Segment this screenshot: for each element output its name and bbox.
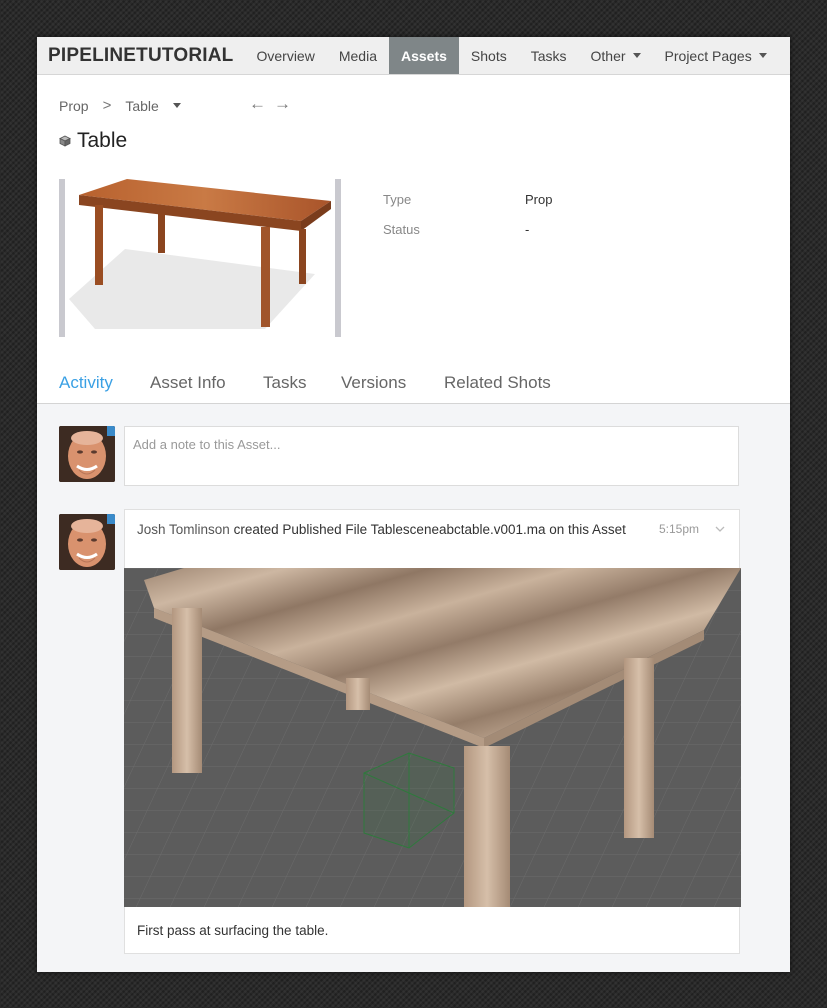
entity-nav-arrows: ←→ — [249, 94, 299, 114]
caret-down-icon — [758, 53, 767, 58]
avatar[interactable] — [59, 426, 115, 482]
status-label: Status — [383, 222, 420, 237]
tab-versions[interactable]: Versions — [341, 373, 406, 393]
tab-activity[interactable]: Activity — [59, 373, 113, 393]
breadcrumb-separator: > — [102, 97, 112, 114]
activity-caption: First pass at surfacing the table. — [137, 923, 329, 938]
nav-overview[interactable]: Overview — [244, 37, 326, 74]
tab-related-shots[interactable]: Related Shots — [444, 373, 551, 393]
caret-down-icon — [632, 53, 641, 58]
nav-other-label: Other — [590, 47, 626, 64]
avatar[interactable] — [59, 514, 115, 570]
type-value[interactable]: Prop — [525, 192, 552, 207]
table-render-image — [124, 568, 741, 907]
breadcrumb-current[interactable]: Table — [125, 98, 158, 114]
note-input[interactable]: Add a note to this Asset... — [124, 426, 739, 486]
activity-card: Josh Tomlinson created Published File Ta… — [124, 509, 741, 954]
nav-project-pages-dropdown[interactable]: Project Pages — [653, 37, 779, 74]
nav-project-pages-label: Project Pages — [664, 47, 752, 64]
asset-tabs: Activity Asset Info Tasks Versions Relat… — [37, 363, 790, 404]
type-label: Type — [383, 192, 412, 207]
nav-shots[interactable]: Shots — [459, 37, 519, 74]
breadcrumb: Prop > Table — [59, 97, 181, 114]
breadcrumb-parent[interactable]: Prop — [59, 98, 89, 114]
previous-arrow-icon[interactable]: ← — [249, 94, 274, 113]
tab-asset-info[interactable]: Asset Info — [150, 373, 226, 393]
page-title: Table — [77, 129, 128, 152]
project-brand[interactable]: PIPELINETUTORIAL — [37, 37, 244, 74]
nav-assets[interactable]: Assets — [388, 37, 459, 74]
asset-thumbnail[interactable] — [59, 179, 341, 337]
avatar-face-image — [59, 514, 115, 570]
top-nav: PIPELINETUTORIAL Overview Media Assets S… — [37, 37, 790, 75]
avatar-face-image — [59, 426, 115, 482]
published-file-preview[interactable] — [124, 568, 741, 907]
tab-tasks[interactable]: Tasks — [263, 373, 306, 393]
chevron-down-icon[interactable] — [715, 524, 725, 534]
activity-user-link[interactable]: Josh Tomlinson — [137, 522, 230, 537]
caret-down-icon[interactable] — [172, 103, 181, 108]
nav-media[interactable]: Media — [327, 37, 389, 74]
nav-tasks[interactable]: Tasks — [519, 37, 579, 74]
activity-header: Josh Tomlinson created Published File Ta… — [137, 521, 637, 539]
status-value[interactable]: - — [525, 222, 529, 237]
page-title-row: Table — [59, 129, 127, 153]
activity-timestamp: 5:15pm — [658, 522, 699, 536]
activity-stream: Add a note to this Asset... Josh Tomlins… — [37, 404, 790, 972]
next-arrow-icon[interactable]: → — [274, 94, 299, 113]
nav-other-dropdown[interactable]: Other — [579, 37, 653, 74]
app-window: PIPELINETUTORIAL Overview Media Assets S… — [37, 37, 790, 972]
activity-action-text: created Published File Tablesceneabctabl… — [233, 522, 626, 537]
cube-icon — [59, 135, 71, 147]
table-thumbnail-image — [69, 179, 331, 329]
